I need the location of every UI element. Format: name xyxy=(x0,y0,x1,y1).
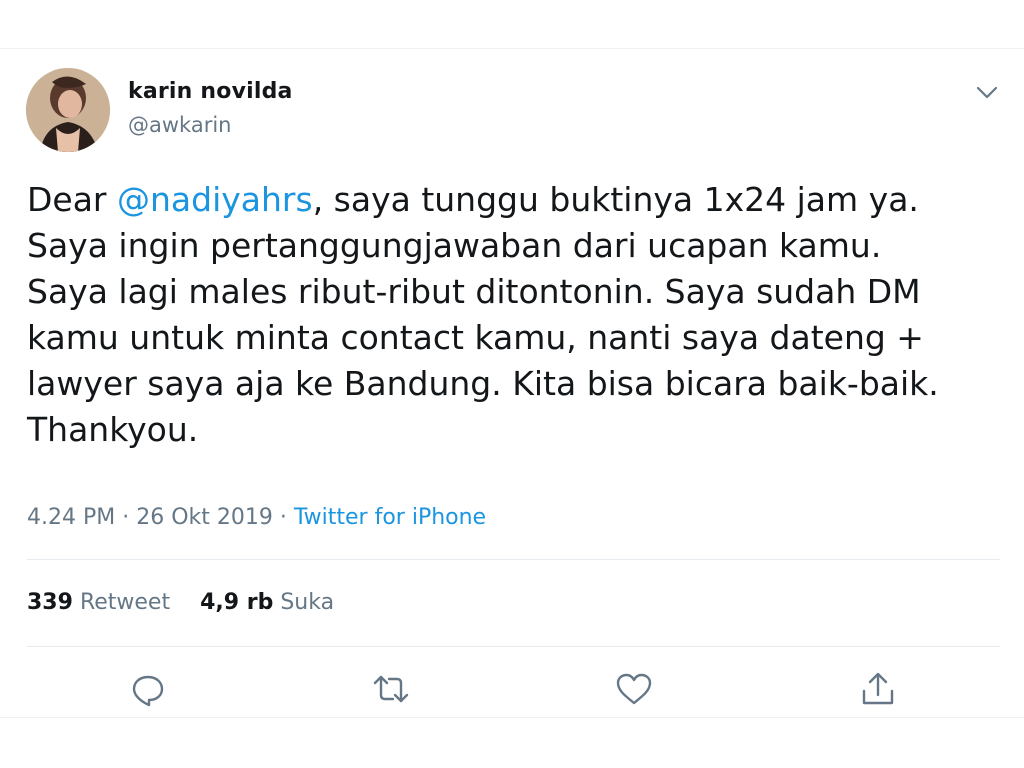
divider xyxy=(27,559,1000,560)
tweet-text-rest: , saya tunggu buktinya 1x24 jam ya. Saya… xyxy=(27,180,939,449)
tweet-text-start: Dear xyxy=(27,180,117,219)
tweet-text: Dear @nadiyahrs, saya tunggu buktinya 1x… xyxy=(27,177,1002,453)
divider xyxy=(27,646,1000,647)
meta-separator: · xyxy=(115,505,137,530)
likes-label: Suka xyxy=(280,590,335,615)
tweet-source-link[interactable]: Twitter for iPhone xyxy=(294,505,486,530)
likes-count: 4,9 rb xyxy=(200,590,274,615)
retweet-icon[interactable] xyxy=(371,669,411,709)
retweets-count: 339 xyxy=(27,590,73,615)
heart-icon[interactable] xyxy=(614,669,654,709)
mention-link[interactable]: @nadiyahrs xyxy=(117,180,313,219)
tweet-date[interactable]: 26 Okt 2019 xyxy=(136,505,273,530)
avatar-image xyxy=(26,68,110,152)
tweet-time[interactable]: 4.24 PM xyxy=(27,505,115,530)
reply-icon[interactable] xyxy=(128,669,168,709)
author-name[interactable]: karin novilda xyxy=(128,79,293,104)
tweet-card: karin novilda @awkarin Dear @nadiyahrs, … xyxy=(0,48,1024,718)
author-handle[interactable]: @awkarin xyxy=(128,113,231,137)
page: karin novilda @awkarin Dear @nadiyahrs, … xyxy=(0,0,1024,768)
chevron-down-icon[interactable] xyxy=(972,77,1002,107)
retweets-label: Retweet xyxy=(79,590,171,615)
share-icon[interactable] xyxy=(858,669,898,709)
avatar[interactable] xyxy=(26,68,110,152)
tweet-meta: 4.24 PM · 26 Okt 2019 · Twitter for iPho… xyxy=(27,505,486,530)
meta-separator: · xyxy=(272,505,294,530)
likes-stat[interactable]: 4,9 rb Suka xyxy=(200,590,334,615)
tweet-stats: 339 Retweet 4,9 rb Suka xyxy=(27,590,334,615)
retweets-stat[interactable]: 339 Retweet xyxy=(27,590,170,615)
